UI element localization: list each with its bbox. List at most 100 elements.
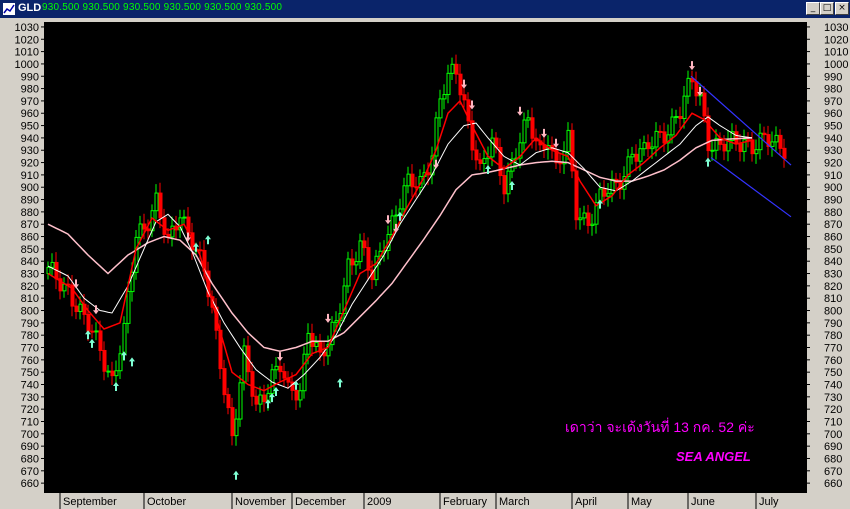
candle-body [46, 266, 51, 275]
y-tick-label-left: 660 [21, 478, 39, 490]
y-tick-label-left: 860 [21, 232, 39, 244]
y-tick-label-right: 740 [824, 379, 842, 391]
y-tick-label-left: 980 [21, 84, 39, 96]
candle-body [482, 158, 487, 164]
y-tick-label-right: 790 [824, 318, 842, 330]
candle-body [446, 72, 451, 96]
x-tick-label: October [147, 496, 186, 508]
y-tick-label-right: 1030 [824, 22, 848, 34]
y-tick-label-right: 730 [824, 392, 842, 404]
candle-body [770, 141, 775, 147]
y-tick-label-left: 1020 [15, 34, 39, 46]
candle-body [658, 130, 663, 133]
candle-body [426, 172, 431, 176]
y-tick-label-left: 790 [21, 318, 39, 330]
y-tick-label-left: 750 [21, 367, 39, 379]
y-tick-label-left: 870 [21, 219, 39, 231]
candle-body [222, 368, 227, 396]
candle-body [258, 394, 263, 405]
candle-body [250, 371, 255, 397]
x-tick-label: February [443, 496, 488, 508]
candle-body [262, 394, 267, 402]
y-tick-label-left: 850 [21, 244, 39, 256]
candle-body [90, 330, 95, 333]
close-button[interactable]: × [835, 2, 849, 15]
candle-body [50, 261, 55, 268]
candle-body [774, 134, 779, 143]
y-tick-label-left: 740 [21, 379, 39, 391]
candle-body [106, 370, 111, 373]
candle-body [166, 233, 171, 238]
maximize-button[interactable]: □ [820, 2, 834, 15]
y-tick-label-right: 720 [824, 404, 842, 416]
minimize-button[interactable]: _ [806, 2, 820, 15]
y-tick-label-right: 960 [824, 108, 842, 120]
y-tick-label-right: 700 [824, 429, 842, 441]
candle-body [354, 261, 359, 266]
candle-body [506, 170, 511, 195]
y-tick-label-right: 890 [824, 195, 842, 207]
x-tick-label: June [691, 496, 715, 508]
y-tick-label-left: 890 [21, 195, 39, 207]
y-tick-label-right: 1000 [824, 59, 848, 71]
candle-body [158, 192, 163, 219]
y-tick-label-left: 720 [21, 404, 39, 416]
candle-body [238, 382, 243, 420]
candle-body [586, 212, 591, 226]
candle-body [138, 223, 143, 238]
candle-body [530, 117, 535, 139]
x-tick-label: March [499, 496, 530, 508]
candle-body [334, 320, 339, 323]
y-tick-label-left: 880 [21, 207, 39, 219]
candle-body [670, 116, 675, 136]
candle-body [86, 313, 91, 332]
candle-body [638, 148, 643, 162]
candle-body [566, 129, 571, 153]
candle-body [662, 131, 667, 144]
y-tick-label-right: 840 [824, 256, 842, 268]
candle-body [450, 63, 455, 74]
y-tick-label-left: 1030 [15, 22, 39, 34]
candle-body [602, 188, 607, 197]
candle-body [282, 371, 287, 379]
candle-body [734, 131, 739, 145]
x-tick-label: April [575, 496, 597, 508]
candle-body [346, 258, 351, 287]
y-tick-label-right: 830 [824, 269, 842, 281]
annotation-text: เดาว่า จะเด้งวันที่ 13 กค. 52 ค่ะ [565, 418, 755, 435]
price-chart[interactable]: 660 660670 670680 680690 690700 700710 710720 7… [0, 18, 850, 509]
candle-body [198, 249, 203, 252]
y-tick-label-right: 810 [824, 293, 842, 305]
candle-body [454, 63, 459, 75]
title-bar[interactable]: GLD 930.500 930.500 930.500 930.500 930.… [0, 0, 850, 18]
candle-body [722, 143, 727, 152]
candle-body [182, 216, 187, 219]
y-tick-label-left: 1010 [15, 47, 39, 59]
candle-body [634, 153, 639, 162]
candle-body [254, 395, 259, 405]
y-tick-label-right: 750 [824, 367, 842, 379]
y-tick-label-right: 770 [824, 343, 842, 355]
candle-body [706, 115, 711, 152]
candle-body [78, 303, 83, 313]
y-tick-label-right: 860 [824, 232, 842, 244]
x-tick-label: September [63, 496, 117, 508]
candle-body [630, 153, 635, 158]
candle-body [94, 330, 99, 333]
y-tick-label-left: 710 [21, 416, 39, 428]
candle-body [298, 390, 303, 401]
y-tick-label-left: 970 [21, 96, 39, 108]
candle-body [310, 332, 315, 347]
candle-body [314, 342, 319, 347]
candle-body [642, 142, 647, 150]
candle-body [234, 418, 239, 437]
candle-body [126, 291, 131, 324]
candle-body [582, 212, 587, 219]
candle-body [274, 365, 279, 371]
y-tick-label-left: 730 [21, 392, 39, 404]
candle-body [406, 173, 411, 187]
candle-body [102, 349, 107, 372]
y-tick-label-left: 950 [21, 121, 39, 133]
y-tick-label-left: 800 [21, 306, 39, 318]
candle-body [682, 95, 687, 119]
